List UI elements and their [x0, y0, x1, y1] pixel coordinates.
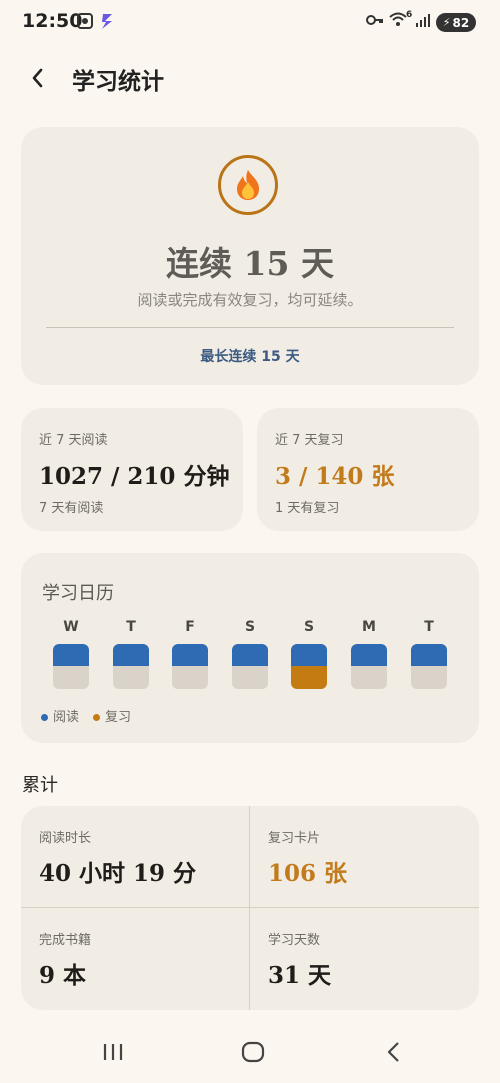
battery-level: 82	[452, 15, 470, 30]
streak-card: 连续 15 天 阅读或完成有效复习，均可延续。 最长连续 15 天	[21, 127, 479, 385]
best-streak: 最长连续 15 天	[200, 349, 300, 365]
orange-dot-icon	[93, 714, 101, 721]
read-segment	[113, 644, 149, 666]
weekly-reading-label: 近 7 天阅读	[39, 433, 108, 448]
home-button[interactable]	[240, 1040, 266, 1068]
system-nav-bar	[0, 1020, 500, 1083]
signal-icon	[415, 12, 433, 32]
calendar-day: F	[172, 619, 208, 689]
streak-title: 连续 15 天	[166, 244, 334, 283]
day-activity-bar	[291, 644, 327, 689]
calendar-title: 学习日历	[42, 583, 114, 604]
read-segment	[232, 644, 268, 666]
weekly-review-card: 近 7 天复习 3 / 140 张 1 天有复习	[257, 408, 479, 531]
blue-dot-icon	[41, 714, 48, 721]
totals-grid: 阅读时长 40 小时 19 分 复习卡片 106 张 完成书籍 9 本 学习天数…	[21, 806, 479, 1010]
home-icon	[241, 1041, 265, 1063]
recent-apps-button[interactable]	[100, 1040, 126, 1068]
day-label: T	[126, 619, 136, 635]
stat-value: 31 天	[268, 962, 332, 989]
day-activity-bar	[53, 644, 89, 689]
total-books-finished: 完成书籍 9 本	[21, 908, 249, 1009]
stat-value: 106 张	[268, 860, 348, 887]
day-activity-bar	[172, 644, 208, 689]
day-activity-bar	[232, 644, 268, 689]
day-label: M	[362, 619, 376, 635]
review-segment	[232, 666, 268, 689]
calendar-day: S	[291, 619, 327, 689]
system-back-button[interactable]	[381, 1040, 407, 1068]
stat-value: 40 小时 19 分	[39, 860, 197, 887]
back-arrow-icon	[387, 1042, 399, 1062]
weekly-reading-value: 1027 / 210 分钟	[39, 463, 230, 490]
review-segment	[411, 666, 447, 689]
streak-subtitle: 阅读或完成有效复习，均可延续。	[137, 291, 363, 309]
total-study-days: 学习天数 31 天	[250, 908, 478, 1009]
totals-section-title: 累计	[22, 775, 58, 796]
total-review-cards: 复习卡片 106 张	[250, 806, 478, 907]
wifi-icon	[389, 12, 407, 32]
review-segment	[53, 666, 89, 689]
calendar-day: W	[53, 619, 89, 689]
day-label: F	[185, 619, 195, 635]
calendar-day: T	[411, 619, 447, 689]
divider	[46, 327, 454, 328]
review-segment	[172, 666, 208, 689]
weekly-review-label: 近 7 天复习	[275, 433, 344, 448]
read-segment	[291, 644, 327, 666]
status-bar: 12:50 6 ⚡ 82	[0, 0, 500, 46]
total-reading-time: 阅读时长 40 小时 19 分	[21, 806, 249, 907]
calendar-day: M	[351, 619, 387, 689]
review-segment	[291, 666, 327, 689]
day-activity-bar	[113, 644, 149, 689]
key-icon	[366, 12, 384, 32]
read-segment	[53, 644, 89, 666]
app-bar: 学习统计	[0, 52, 500, 104]
stat-label: 完成书籍	[39, 933, 92, 948]
stat-value: 9 本	[39, 962, 87, 989]
flame-icon	[237, 170, 259, 200]
day-label: T	[424, 619, 434, 635]
calendar-day: T	[113, 619, 149, 689]
stat-label: 复习卡片	[268, 831, 321, 846]
study-calendar-card: 学习日历 W T F S S M T 阅读 复习	[21, 553, 479, 743]
weekly-reading-card: 近 7 天阅读 1027 / 210 分钟 7 天有阅读	[21, 408, 243, 531]
day-activity-bar	[351, 644, 387, 689]
flame-badge	[218, 155, 278, 215]
day-label: S	[303, 619, 315, 635]
day-label: S	[244, 619, 256, 635]
legend-review: 复习	[93, 706, 131, 725]
page-title: 学习统计	[72, 69, 164, 95]
weekly-review-sub: 1 天有复习	[275, 501, 340, 516]
day-label: W	[63, 619, 79, 635]
read-segment	[172, 644, 208, 666]
read-segment	[351, 644, 387, 666]
review-segment	[113, 666, 149, 689]
weekly-review-value: 3 / 140 张	[275, 463, 395, 490]
calendar-legend: 阅读 复习	[41, 706, 131, 725]
day-activity-bar	[411, 644, 447, 689]
screenshot-icon	[76, 12, 94, 34]
bolt-icon: ⚡	[442, 16, 451, 29]
chevron-left-icon	[32, 68, 43, 88]
legend-read: 阅读	[41, 706, 79, 725]
status-time: 12:50	[22, 10, 83, 32]
battery-indicator: ⚡ 82	[436, 13, 476, 32]
wifi-superscript: 6	[406, 10, 413, 20]
stat-label: 阅读时长	[39, 831, 92, 846]
read-segment	[411, 644, 447, 666]
calendar-day: S	[232, 619, 268, 689]
review-segment	[351, 666, 387, 689]
recents-icon	[103, 1044, 123, 1060]
back-button[interactable]	[26, 64, 50, 92]
app-notification-icon	[100, 12, 114, 34]
weekly-reading-sub: 7 天有阅读	[39, 501, 104, 516]
stat-label: 学习天数	[268, 933, 321, 948]
